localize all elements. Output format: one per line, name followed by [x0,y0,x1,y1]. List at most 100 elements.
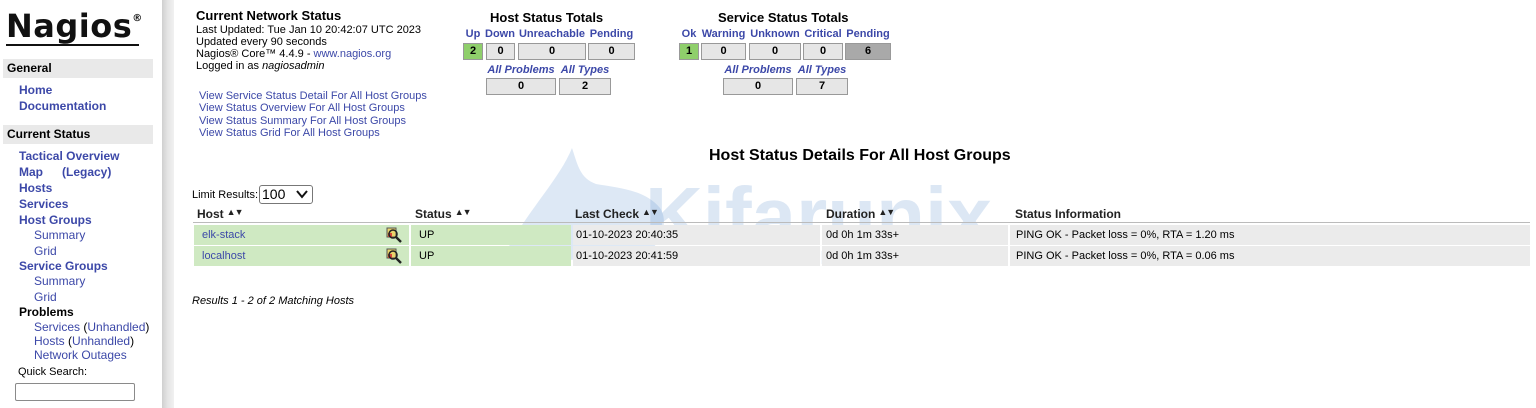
documentation-link[interactable]: Documentation [19,99,106,113]
service-warning-label[interactable]: Warning [701,28,746,40]
service-unknown-count[interactable]: 0 [749,43,801,60]
service-pending-count[interactable]: 6 [845,43,891,60]
problems-hosts-link[interactable]: Hosts [34,334,65,348]
quick-search-label: Quick Search: [18,366,88,378]
current-status-header: Current Status [3,125,153,144]
sidebar-frame-border[interactable] [162,0,174,408]
results-count: Results 1 - 2 of 2 Matching Hosts [192,295,355,307]
update-interval-text: Updated every 90 seconds [196,36,327,48]
network-status-title: Current Network Status [196,8,342,23]
home-link[interactable]: Home [19,83,52,97]
service-all-types-label[interactable]: All Types [796,64,848,76]
logo-underline [6,44,139,46]
host-extinfo-magnifier-icon[interactable] [386,227,402,243]
status-information-cell: PING OK - Packet loss = 0%, RTA = 0.06 m… [1010,246,1530,266]
host-all-types-count[interactable]: 2 [559,78,611,95]
tactical-overview-link[interactable]: Tactical Overview [19,149,120,163]
host-extinfo-magnifier-icon[interactable] [386,248,402,264]
host-all-problems-label[interactable]: All Problems [486,64,556,76]
last-check-cell: 01-10-2023 20:41:59 [573,246,820,266]
service-groups-summary-link[interactable]: Summary [34,274,85,288]
host-link[interactable]: elk-stack [202,229,245,241]
nagios-logo[interactable]: Nagios® [6,7,143,45]
view-status-summary-link[interactable]: View Status Summary For All Host Groups [199,115,427,127]
view-service-status-detail-link[interactable]: View Service Status Detail For All Host … [199,90,427,102]
service-groups-grid-link[interactable]: Grid [34,290,57,304]
map-link[interactable]: Map [19,165,43,179]
limit-results-label: Limit Results: [192,189,259,201]
host-groups-link[interactable]: Host Groups [19,213,92,227]
sort-arrows-icon[interactable]: ▲▼ [878,207,895,217]
service-critical-label[interactable]: Critical [803,28,843,40]
column-header-last-check[interactable]: Last Check ▲▼ [575,207,659,221]
service-unknown-label[interactable]: Unknown [749,28,801,40]
map-legacy-link[interactable]: (Legacy) [62,165,111,179]
status-cell: UP [411,246,571,266]
sort-arrows-icon[interactable]: ▲▼ [227,207,244,217]
host-down-label[interactable]: Down [484,28,516,40]
duration-cell: 0d 0h 1m 33s+ [822,225,1008,245]
problems-services-unhandled-link[interactable]: Unhandled [87,320,145,334]
host-details-title: Host Status Details For All Host Groups [709,147,1011,164]
header-divider [193,222,1530,223]
column-header-host[interactable]: Host ▲▼ [197,207,243,221]
host-cell: localhost [194,246,409,266]
limit-results-value: 100 [262,186,286,202]
problems-hosts-unhandled-link[interactable]: Unhandled [72,334,130,348]
host-pending-count[interactable]: 0 [588,43,635,60]
column-header-status-information: Status Information [1015,207,1122,221]
logged-in-text: Logged in as nagiosadmin [196,60,325,72]
status-information-cell: PING OK - Packet loss = 0%, RTA = 1.20 m… [1010,225,1530,245]
host-all-problems-count[interactable]: 0 [486,78,556,95]
service-all-problems-label[interactable]: All Problems [723,64,793,76]
nagios-website-link[interactable]: www.nagios.org [314,48,392,60]
limit-results-select[interactable]: 100 [259,185,313,204]
version-text: Nagios® Core™ 4.4.9 - www.nagios.org [196,48,392,60]
service-pending-label[interactable]: Pending [845,28,891,40]
host-down-count[interactable]: 0 [486,43,515,60]
problems-label: Problems [19,305,74,319]
host-up-label[interactable]: Up [463,28,483,40]
host-all-types-label[interactable]: All Types [559,64,611,76]
sort-arrows-icon[interactable]: ▲▼ [455,207,472,217]
service-critical-count[interactable]: 0 [803,43,843,60]
service-warning-count[interactable]: 0 [701,43,746,60]
service-totals-title: Service Status Totals [718,10,849,25]
status-cell: UP [411,225,571,245]
chevron-down-icon [296,190,308,199]
service-all-problems-count[interactable]: 0 [723,78,793,95]
current-network-status: Current Network Status Last Updated: Tue… [196,8,422,72]
service-groups-link[interactable]: Service Groups [19,259,108,273]
service-all-types-count[interactable]: 7 [796,78,848,95]
host-unreachable-count[interactable]: 0 [518,43,586,60]
view-links: View Service Status Detail For All Host … [199,90,427,139]
column-header-status[interactable]: Status ▲▼ [415,207,472,221]
last-updated-text: Last Updated: Tue Jan 10 20:42:07 UTC 20… [196,24,422,36]
sort-arrows-icon[interactable]: ▲▼ [642,207,659,217]
network-outages-link[interactable]: Network Outages [34,348,127,362]
general-header: General [3,59,153,78]
problems-hosts-row: Hosts (Unhandled) [34,334,135,348]
services-link[interactable]: Services [19,197,68,211]
view-status-grid-link[interactable]: View Status Grid For All Host Groups [199,127,427,139]
host-link[interactable]: localhost [202,250,245,262]
host-pending-label[interactable]: Pending [588,28,635,40]
host-cell: elk-stack [194,225,409,245]
logged-in-user: nagiosadmin [262,60,325,72]
problems-services-link[interactable]: Services [34,320,80,334]
host-groups-grid-link[interactable]: Grid [34,244,57,258]
host-groups-summary-link[interactable]: Summary [34,228,85,242]
view-status-overview-link[interactable]: View Status Overview For All Host Groups [199,102,427,114]
host-up-count[interactable]: 2 [463,43,483,60]
hosts-link[interactable]: Hosts [19,181,52,195]
host-unreachable-label[interactable]: Unreachable [518,28,586,40]
service-ok-count[interactable]: 1 [679,43,699,60]
sidebar: Nagios® General Home Documentation Curre… [0,0,162,408]
last-check-cell: 01-10-2023 20:40:35 [573,225,820,245]
quick-search-input[interactable] [15,383,135,401]
service-ok-label[interactable]: Ok [679,28,699,40]
host-totals-title: Host Status Totals [490,10,604,25]
problems-services-row: Services (Unhandled) [34,320,150,334]
column-header-duration[interactable]: Duration ▲▼ [826,207,895,221]
duration-cell: 0d 0h 1m 33s+ [822,246,1008,266]
